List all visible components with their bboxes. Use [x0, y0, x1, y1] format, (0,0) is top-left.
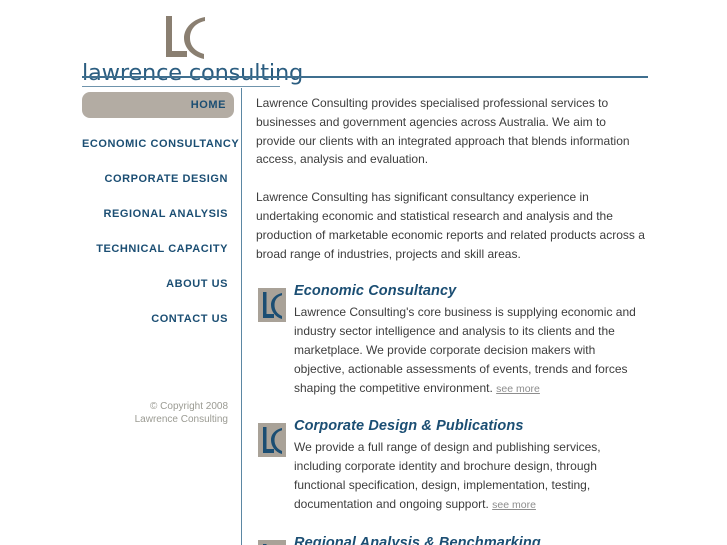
see-more-link[interactable]: see more	[496, 383, 540, 395]
service-title: Corporate Design & Publications	[294, 418, 524, 435]
header-divider-rule	[82, 76, 648, 78]
sidebar-item-regional-analysis[interactable]: REGIONAL ANALYSIS	[82, 197, 234, 232]
service-block-corporate-design: Corporate Design & Publications We provi…	[256, 417, 648, 514]
page-root: lawrence consulting HOME ECONOMIC CONSUL…	[0, 0, 727, 545]
sidebar-item-home[interactable]: HOME	[82, 92, 234, 118]
service-body: Lawrence Consulting's core business is s…	[294, 303, 648, 398]
site-wordmark: lawrence consulting	[82, 60, 304, 86]
lc-monogram-icon	[258, 288, 286, 323]
see-more-link[interactable]: see more	[492, 499, 536, 511]
sidebar-content-divider	[241, 88, 242, 545]
sidebar-item-contact-us[interactable]: CONTACT US	[82, 302, 234, 337]
service-description: We provide a full range of design and pu…	[294, 440, 601, 511]
service-description: Lawrence Consulting's core business is s…	[294, 305, 636, 395]
site-header: lawrence consulting	[82, 14, 648, 87]
lc-monogram-icon	[258, 423, 286, 458]
intro-paragraph-1: Lawrence Consulting provides specialised…	[256, 96, 630, 167]
sidebar-item-about-us[interactable]: ABOUT US	[82, 267, 234, 302]
lc-monogram-icon	[258, 539, 286, 545]
service-title: Regional Analysis & Benchmarking	[294, 534, 541, 545]
sidebar-item-economic-consultancy[interactable]: ECONOMIC CONSULTANCY	[82, 127, 239, 162]
copyright-block: © Copyright 2008 Lawrence Consulting	[82, 400, 234, 426]
sidebar-item-corporate-design[interactable]: CORPORATE DESIGN	[82, 162, 234, 197]
service-title: Economic Consultancy	[294, 283, 457, 300]
service-block-regional-analysis: Regional Analysis & Benchmarking Lawrenc…	[256, 534, 648, 545]
main-content: Lawrence Consulting provides specialised…	[256, 94, 648, 545]
copyright-line-2: Lawrence Consulting	[134, 414, 228, 425]
wordmark-underline	[82, 86, 280, 87]
copyright-line-1: © Copyright 2008	[150, 401, 228, 412]
intro-paragraph-2: Lawrence Consulting has significant cons…	[256, 190, 645, 261]
service-body: We provide a full range of design and pu…	[294, 438, 648, 514]
lc-logo-mark-icon	[157, 14, 217, 62]
service-block-economic-consultancy: Economic Consultancy Lawrence Consulting…	[256, 282, 648, 398]
sidebar-item-technical-capacity[interactable]: TECHNICAL CAPACITY	[82, 232, 234, 267]
sidebar-nav: HOME ECONOMIC CONSULTANCY CORPORATE DESI…	[82, 92, 239, 337]
